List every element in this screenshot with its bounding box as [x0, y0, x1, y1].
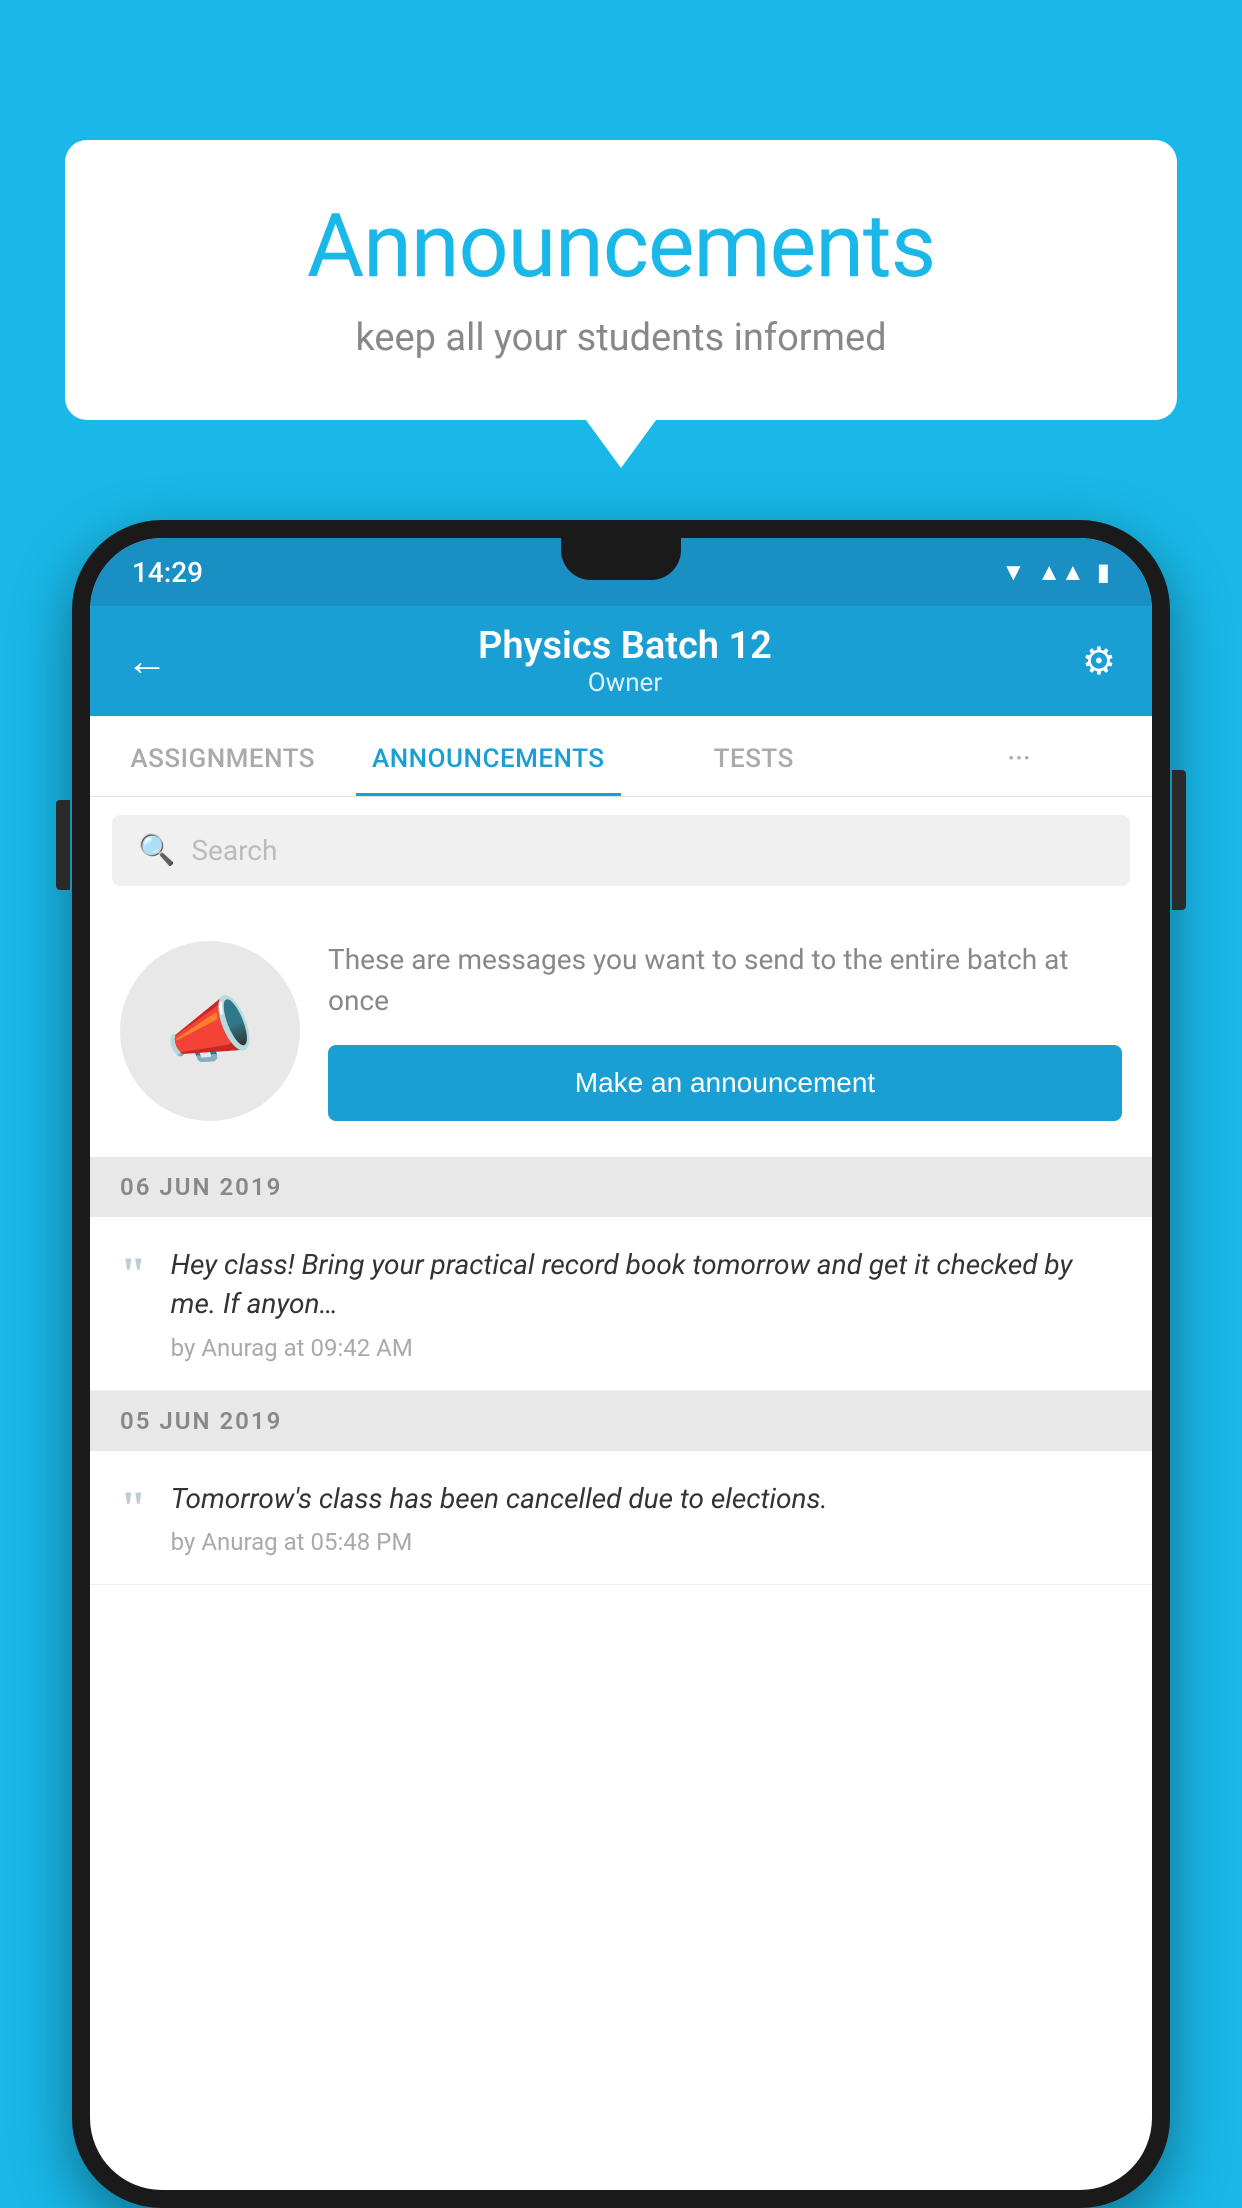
- quote-icon-2: ": [120, 1485, 147, 1533]
- announcement-message-1: Hey class! Bring your practical record b…: [171, 1245, 1122, 1323]
- announcement-promo: 📣 These are messages you want to send to…: [90, 904, 1152, 1157]
- megaphone-icon: 📣: [165, 988, 255, 1073]
- settings-icon[interactable]: ⚙: [1082, 639, 1116, 684]
- announcement-item-1[interactable]: " Hey class! Bring your practical record…: [90, 1217, 1152, 1390]
- content-area: 🔍 Search 📣 These are messages you want t…: [90, 797, 1152, 2190]
- app-bar-subtitle: Owner: [478, 668, 772, 698]
- date-separator-2: 05 JUN 2019: [90, 1391, 1152, 1451]
- bubble-title: Announcements: [125, 195, 1117, 298]
- announcement-meta-1: by Anurag at 09:42 AM: [171, 1334, 1122, 1362]
- search-icon: 🔍: [138, 833, 175, 868]
- tabs-bar: ASSIGNMENTS ANNOUNCEMENTS TESTS ···: [90, 716, 1152, 797]
- back-button[interactable]: ←: [126, 637, 168, 686]
- date-separator-1: 06 JUN 2019: [90, 1157, 1152, 1217]
- bubble-subtitle: keep all your students informed: [125, 316, 1117, 360]
- speech-bubble-wrapper: Announcements keep all your students inf…: [65, 140, 1177, 420]
- phone-wrapper: 14:29 ▼ ▲▲ ▮ ← Physics Batch 12 Owner ⚙: [72, 520, 1170, 2208]
- promo-description: These are messages you want to send to t…: [328, 940, 1122, 1021]
- announcement-item-2[interactable]: " Tomorrow's class has been cancelled du…: [90, 1451, 1152, 1585]
- status-icons: ▼ ▲▲ ▮: [1002, 558, 1111, 587]
- announcement-meta-2: by Anurag at 05:48 PM: [171, 1528, 1122, 1556]
- battery-icon: ▮: [1097, 558, 1110, 586]
- status-bar: 14:29 ▼ ▲▲ ▮: [90, 538, 1152, 606]
- tab-announcements[interactable]: ANNOUNCEMENTS: [356, 716, 622, 796]
- signal-icon: ▲▲: [1037, 558, 1085, 587]
- phone-screen: 14:29 ▼ ▲▲ ▮ ← Physics Batch 12 Owner ⚙: [90, 538, 1152, 2190]
- wifi-icon: ▼: [1002, 558, 1026, 587]
- search-box[interactable]: 🔍 Search: [112, 815, 1130, 886]
- phone-outer: 14:29 ▼ ▲▲ ▮ ← Physics Batch 12 Owner ⚙: [72, 520, 1170, 2208]
- status-time: 14:29: [132, 556, 203, 589]
- app-bar: ← Physics Batch 12 Owner ⚙: [90, 606, 1152, 716]
- tab-assignments[interactable]: ASSIGNMENTS: [90, 716, 356, 796]
- search-container: 🔍 Search: [90, 797, 1152, 904]
- promo-right: These are messages you want to send to t…: [328, 940, 1122, 1121]
- app-bar-title: Physics Batch 12: [478, 624, 772, 668]
- announcement-content-1: Hey class! Bring your practical record b…: [171, 1245, 1122, 1361]
- notch: [561, 538, 681, 580]
- announcement-content-2: Tomorrow's class has been cancelled due …: [171, 1479, 1122, 1556]
- announcement-message-2: Tomorrow's class has been cancelled due …: [171, 1479, 1122, 1518]
- search-placeholder: Search: [191, 834, 277, 867]
- app-bar-center: Physics Batch 12 Owner: [478, 624, 772, 698]
- tab-tests[interactable]: TESTS: [621, 716, 887, 796]
- quote-icon-1: ": [120, 1251, 147, 1299]
- tab-more[interactable]: ···: [887, 716, 1153, 796]
- make-announcement-button[interactable]: Make an announcement: [328, 1045, 1122, 1121]
- promo-icon-circle: 📣: [120, 941, 300, 1121]
- speech-bubble: Announcements keep all your students inf…: [65, 140, 1177, 420]
